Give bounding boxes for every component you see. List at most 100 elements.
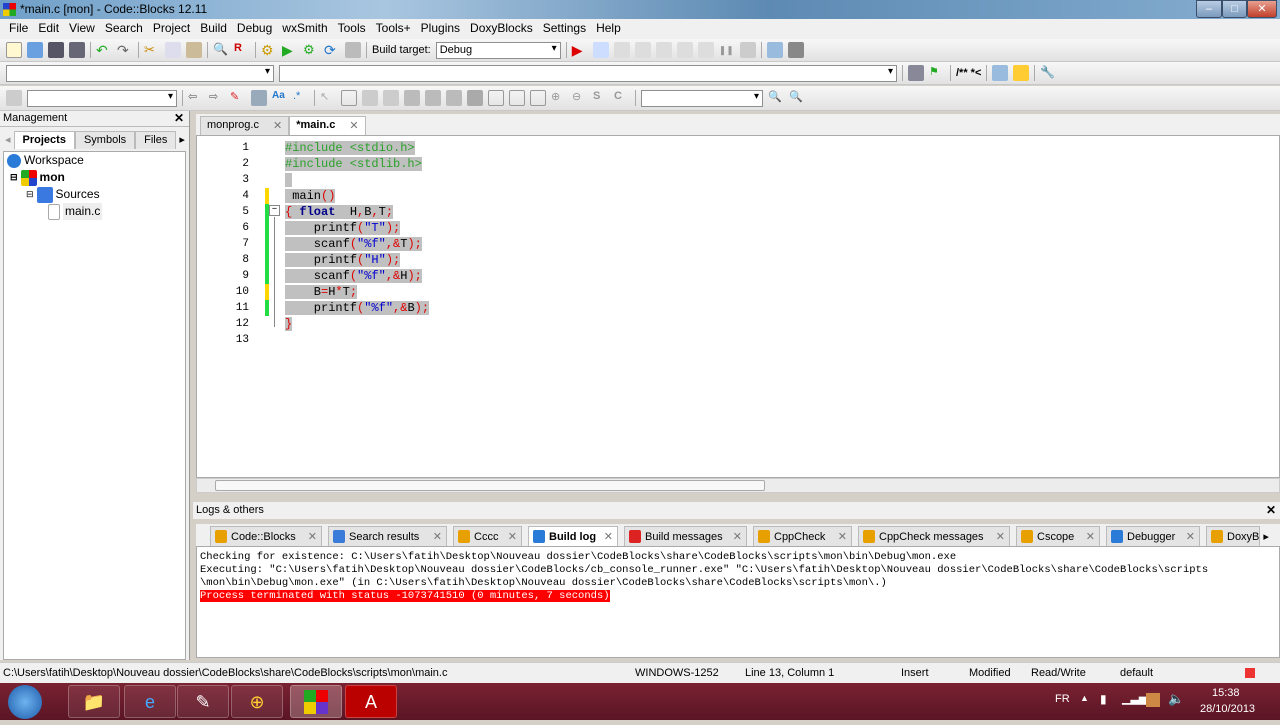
tree-item-main-c[interactable]: main.c xyxy=(4,203,185,220)
zoom-in-icon[interactable]: ⊕ xyxy=(551,90,567,106)
doxyblocks-comment-button[interactable]: /** *< xyxy=(956,67,981,79)
log-tab-build-messages[interactable]: Build messages ✕ xyxy=(624,526,747,546)
layout-2-icon[interactable] xyxy=(509,90,525,106)
log-tab-search-results[interactable]: Search results ✕ xyxy=(328,526,447,546)
panel-icon[interactable] xyxy=(341,90,357,106)
close-icon[interactable]: ✕ xyxy=(308,530,317,543)
cut-icon[interactable]: ✂ xyxy=(144,42,160,58)
scope-select[interactable] xyxy=(6,64,274,82)
undo-icon[interactable]: ↶ xyxy=(96,42,112,58)
tab-scroll-right[interactable]: ▸ xyxy=(1263,530,1269,543)
menu-view[interactable]: View xyxy=(64,19,100,39)
save-all-icon[interactable] xyxy=(69,42,85,58)
signal-icon[interactable]: ▁▃▅ xyxy=(1122,692,1147,705)
start-button[interactable] xyxy=(8,685,42,719)
language-indicator[interactable]: FR xyxy=(1055,693,1070,705)
doxywizard-icon[interactable] xyxy=(992,65,1009,81)
find-icon[interactable]: 🔍 xyxy=(213,42,229,58)
build-run-icon[interactable]: ⚙ xyxy=(303,42,319,58)
c-icon[interactable]: C xyxy=(614,90,630,106)
pointer-icon[interactable]: ↖ xyxy=(320,90,336,106)
tray-app-icon[interactable] xyxy=(1146,693,1160,707)
layout-1-icon[interactable] xyxy=(488,90,504,106)
close-icon[interactable]: ✕ xyxy=(433,530,442,543)
globe-icon[interactable]: ⊕ xyxy=(231,685,283,718)
help-icon[interactable] xyxy=(1013,65,1030,81)
sizer-2-icon[interactable] xyxy=(425,90,441,106)
log-tab-build-log[interactable]: Build log ✕ xyxy=(528,526,618,546)
regex-icon[interactable]: .* xyxy=(293,90,309,106)
build-icon[interactable]: ⚙ xyxy=(261,42,277,58)
redo-icon[interactable]: ↷ xyxy=(117,42,133,58)
tab-files[interactable]: Files xyxy=(135,131,177,149)
rebuild-icon[interactable]: ⟳ xyxy=(324,42,340,58)
sizer-3-icon[interactable] xyxy=(446,90,462,106)
horizontal-scrollbar[interactable] xyxy=(196,478,1280,493)
menu-build[interactable]: Build xyxy=(195,19,232,39)
frame-icon[interactable] xyxy=(383,90,399,106)
open-icon[interactable] xyxy=(27,42,43,58)
search-options-icon[interactable]: 🔍 xyxy=(789,90,805,106)
maximize-button[interactable]: □ xyxy=(1222,0,1247,18)
prev-icon[interactable]: ⇦ xyxy=(188,90,204,106)
close-icon[interactable]: ✕ xyxy=(604,530,613,543)
save-icon[interactable] xyxy=(48,42,64,58)
fold-toggle[interactable]: – xyxy=(269,205,280,216)
abort-icon[interactable] xyxy=(345,42,361,58)
clear-icon[interactable] xyxy=(6,90,22,106)
match-case-icon[interactable]: Aa xyxy=(272,90,288,106)
highlight-icon[interactable]: ✎ xyxy=(230,90,246,106)
explorer-icon[interactable]: 📁 xyxy=(68,685,120,718)
debug-icon[interactable]: ▶ xyxy=(572,42,588,58)
menu-project[interactable]: Project xyxy=(148,19,195,39)
tree-item-sources[interactable]: ⊟ Sources xyxy=(4,186,185,203)
show-hidden-icons[interactable]: ▲ xyxy=(1080,693,1089,703)
log-tab-cppcheck[interactable]: CppCheck ✕ xyxy=(753,526,852,546)
log-tab-code-blocks[interactable]: Code::Blocks ✕ xyxy=(210,526,322,546)
tab-projects[interactable]: Projects xyxy=(13,131,75,149)
run-icon[interactable]: ▶ xyxy=(282,42,298,58)
incremental-search-input[interactable] xyxy=(27,89,177,107)
clock-time[interactable]: 15:38 xyxy=(1212,687,1240,699)
log-tab-doxyb[interactable]: DoxyB ▸ xyxy=(1206,526,1269,546)
menu-doxyblocks[interactable]: DoxyBlocks xyxy=(465,19,538,39)
network-icon[interactable]: ▮ xyxy=(1100,692,1107,706)
tab-symbols[interactable]: Symbols xyxy=(74,131,136,149)
copy-icon[interactable] xyxy=(165,42,181,58)
close-icon[interactable]: ✕ xyxy=(1086,530,1095,543)
menu-edit[interactable]: Edit xyxy=(33,19,64,39)
minimize-button[interactable]: – xyxy=(1196,0,1222,18)
close-icon[interactable]: ✕ xyxy=(733,530,742,543)
run-to-cursor-icon[interactable] xyxy=(592,42,609,58)
step-instruction-icon[interactable] xyxy=(697,42,714,58)
next-icon[interactable]: ⇨ xyxy=(209,90,225,106)
tree-item-mon[interactable]: ⊟ mon xyxy=(4,169,185,186)
menu-search[interactable]: Search xyxy=(100,19,148,39)
tab-main-c[interactable]: *main.c ✕ xyxy=(289,116,366,135)
close-icon[interactable]: ✕ xyxy=(1186,530,1195,543)
layout-3-icon[interactable] xyxy=(530,90,546,106)
close-icon[interactable]: ✕ xyxy=(1266,503,1276,517)
log-tab-cccc[interactable]: Cccc ✕ xyxy=(453,526,522,546)
tab-scroll-left[interactable]: ◂ xyxy=(2,131,14,149)
menu-plugins[interactable]: Plugins xyxy=(416,19,465,39)
close-icon[interactable]: ✕ xyxy=(996,530,1005,543)
menu-tools[interactable]: Tools xyxy=(333,19,371,39)
debug-windows-icon[interactable] xyxy=(766,42,783,58)
jump-icon[interactable] xyxy=(908,65,924,81)
search-combo[interactable] xyxy=(641,89,763,107)
codeblocks-taskbar-icon[interactable] xyxy=(290,685,342,718)
next-line-icon[interactable] xyxy=(613,42,630,58)
bookmark-icon[interactable]: ⚑ xyxy=(929,65,945,81)
stop-debug-icon[interactable] xyxy=(739,42,756,58)
info-icon[interactable] xyxy=(787,42,804,58)
build-target-select[interactable]: Debug xyxy=(435,41,561,59)
close-button[interactable]: ✕ xyxy=(1247,0,1277,18)
s-icon[interactable]: S xyxy=(593,90,609,106)
close-icon[interactable]: ✕ xyxy=(273,119,282,133)
acrobat-icon[interactable]: A xyxy=(345,685,397,718)
search-icon[interactable]: 🔍 xyxy=(768,90,784,106)
volume-icon[interactable]: 🔈 xyxy=(1168,691,1184,707)
tab-monprog-c[interactable]: monprog.c ✕ xyxy=(200,116,290,135)
step-out-icon[interactable] xyxy=(655,42,672,58)
